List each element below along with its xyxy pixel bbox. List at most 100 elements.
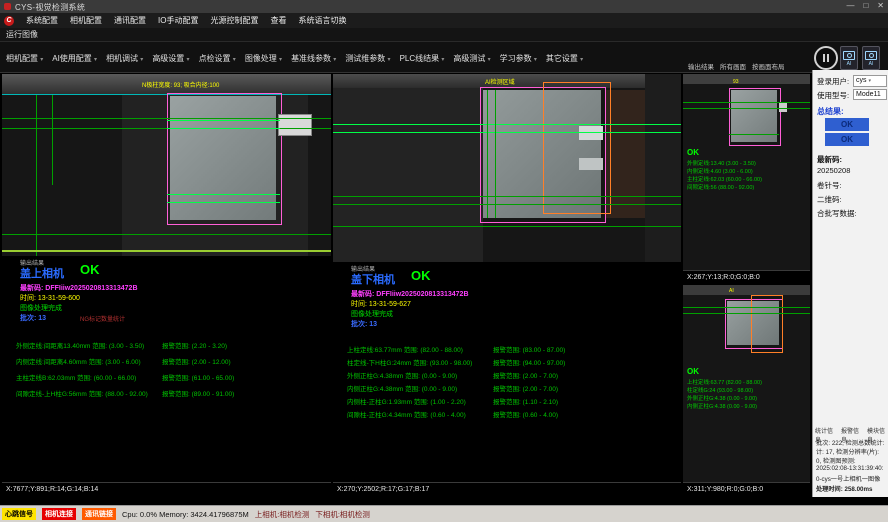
menu-item-system[interactable]: 系统配置	[26, 15, 58, 26]
overlay-line	[167, 120, 280, 121]
stats-line: 2025:02:08-13:31:39:40:	[816, 465, 883, 472]
result-ok-text: OK	[687, 148, 699, 157]
pixel-coords-thumb-top: X:267;Y:13;R:0;G:0;B:0	[683, 270, 810, 285]
process-status: 图像处理完成	[20, 303, 62, 313]
tool-learning-params[interactable]: 学习参数 ▾	[500, 53, 537, 64]
close-button[interactable]: ✕	[877, 1, 884, 10]
alarm-range: 报警范围: (1.10 - 2.10)	[493, 396, 558, 406]
alarm-range: 报警范围: (61.00 - 65.00)	[162, 372, 234, 382]
result-panel-bottom: 输出结果 盖下相机 OK 最新码: DFFIiiw202502081331347…	[333, 262, 681, 482]
tool-other-settings[interactable]: 其它设置 ▾	[546, 53, 583, 64]
tool-camera-debug[interactable]: 相机调试 ▾	[106, 53, 143, 64]
menu-bar: C 系统配置 相机配置 通讯配置 IO手动配置 光源控制配置 查看 系统语言切换	[0, 13, 888, 28]
ai-badge: AI	[863, 61, 879, 67]
tab-run-image[interactable]: 运行图像	[0, 28, 888, 42]
pixel-coords-bottom-camera: X:270;Y:2502;R:17;G:17;B:17	[333, 482, 681, 497]
measure-row: 外侧定线:间距离13.40mm 范围: (3.00 - 3.50)	[16, 340, 144, 350]
alarm-range: 报警范围: (2.20 - 3.20)	[162, 340, 227, 350]
chevron-down-icon: ▾	[279, 57, 282, 63]
tool-baseline-params[interactable]: 基准线参数 ▾	[291, 53, 336, 64]
chevron-down-icon: ▾	[140, 57, 143, 63]
menu-item-light[interactable]: 光源控制配置	[210, 15, 258, 26]
camera-icon	[843, 51, 855, 60]
overlay-line	[683, 307, 810, 308]
right-sidebar: 登录用户: cys ▾ 使用型号: Mode11 总结果: OK OK 最新码:…	[812, 70, 888, 497]
stats-line: 0, 检测图预测:	[816, 456, 856, 465]
app-icon	[4, 3, 11, 10]
mini-measure-line: 内侧正柱G:4.38 (0.00 - 9.00)	[687, 403, 762, 411]
login-user-label: 登录用户:	[817, 76, 849, 87]
tool-plc-results[interactable]: PLC线结果 ▾	[400, 53, 445, 64]
alarm-range: 报警范围: (2.00 - 12.00)	[162, 356, 231, 366]
pause-button[interactable]	[814, 46, 838, 70]
model-select[interactable]: Mode11	[853, 89, 887, 100]
overlay-line	[167, 128, 280, 129]
model-label: 使用型号:	[817, 90, 849, 101]
stats-line: 批次: 222, 检测总数统计:	[816, 438, 884, 447]
mini-measure-line: 外侧正柱G:4.38 (0.00 - 9.00)	[687, 395, 762, 403]
mini-measure-line: 上柱定线:63.77 (82.00 - 88.00)	[687, 379, 762, 387]
machine-frame	[683, 74, 810, 84]
measure-row: 主柱定线B:62.03mm 范围: (60.00 - 66.00)	[16, 372, 136, 382]
overlay-line	[333, 124, 681, 125]
tool-spot-check[interactable]: 点检设置 ▾	[199, 53, 236, 64]
top-camera-status: 上相机:相机检测	[255, 509, 310, 520]
ai-roi-box	[543, 82, 611, 214]
ai-badge: AI	[841, 61, 857, 67]
batch-number: 批次: 13	[20, 313, 46, 323]
chevron-down-icon: ▾	[868, 78, 871, 84]
highlight-spot	[579, 126, 603, 140]
mini-measure-line: 内侧定线:4.60 (3.00 - 6.00)	[687, 168, 762, 176]
tool-advanced-test[interactable]: 高级测试 ▾	[453, 53, 490, 64]
output-header-col2[interactable]: 所有画面	[720, 61, 746, 71]
tool-camera-config[interactable]: 相机配置 ▾	[6, 53, 43, 64]
pixel-coords-top-camera: X:7677;Y:891;R:14;G:14;B:14	[2, 482, 331, 497]
chevron-down-icon: ▾	[534, 57, 537, 63]
output-header-col1[interactable]: 输出结果	[688, 61, 714, 71]
chevron-down-icon: ▾	[40, 57, 43, 63]
menu-item-language[interactable]: 系统语言切换	[298, 15, 346, 26]
alarm-range: 报警范围: (89.00 - 91.00)	[162, 388, 234, 398]
measure-row: 外侧正柱G:4.38mm 范围: (0.00 - 9.00)	[347, 370, 457, 380]
overlay-line	[487, 90, 488, 218]
reel-number-label: 卷针号:	[817, 180, 842, 191]
maximize-button[interactable]: □	[863, 1, 868, 10]
camera-2-button[interactable]: AI	[862, 46, 880, 70]
tool-image-processing[interactable]: 图像处理 ▾	[245, 53, 282, 64]
minimize-button[interactable]: —	[846, 1, 854, 10]
tool-advanced-settings[interactable]: 高级设置 ▾	[152, 53, 189, 64]
menu-item-comm[interactable]: 通讯配置	[114, 15, 146, 26]
camera-icon	[865, 51, 877, 60]
camera-1-button[interactable]: AI	[840, 46, 858, 70]
measure-row: 间隙柱-正柱G:4.34mm 范围: (0.60 - 4.00)	[347, 409, 466, 419]
measure-overlay-label: N极柱宽度: 93; 吸合内径:100	[142, 80, 219, 89]
total-result-label: 总结果:	[817, 106, 844, 117]
mini-measure-line: 主柱定线:62.03 (60.00 - 66.00)	[687, 176, 762, 184]
tool-ai-config[interactable]: AI使用配置 ▾	[52, 53, 97, 64]
menu-item-io[interactable]: IO手动配置	[158, 15, 198, 26]
timestamp: 时间: 13-31-59-627	[351, 299, 411, 309]
tool-test-params[interactable]: 测试维参数 ▾	[345, 53, 390, 64]
chevron-down-icon: ▾	[233, 57, 236, 63]
comm-link-indicator: 通讯链接	[82, 508, 116, 520]
menu-item-camera[interactable]: 相机配置	[70, 15, 102, 26]
mini-measurements: 外侧定线:13.40 (3.00 - 3.50) 内侧定线:4.60 (3.00…	[687, 160, 762, 192]
process-status: 图像处理完成	[351, 309, 393, 319]
result-ok-text: OK	[687, 367, 699, 376]
measure-row: 间隙定线-上H柱G:56mm 范围: (88.00 - 92.00)	[16, 388, 148, 398]
batch-number: 批次: 13	[351, 319, 377, 329]
highlight-spot	[579, 158, 603, 170]
overlay-line	[495, 90, 496, 218]
result-ok-text: OK	[80, 262, 100, 277]
pixel-coords-thumb-bottom: X:311;Y:980;R:0;G:0;B:0	[683, 482, 810, 497]
result-ok-text: OK	[411, 268, 431, 283]
ai-overlay-label: AI	[729, 288, 734, 294]
overlay-line	[36, 95, 37, 256]
latest-code: 最新码: DFFIiiw2025020813313472B	[20, 283, 138, 293]
output-header-col3[interactable]: 按画面布局	[752, 61, 785, 71]
window-title: CYS-视觉检测系统	[15, 2, 85, 13]
ai-overlay-label: AI检测区域	[485, 77, 515, 86]
menu-item-view[interactable]: 查看	[270, 15, 286, 26]
login-user-select[interactable]: cys ▾	[853, 75, 887, 87]
overlay-line	[683, 102, 810, 103]
